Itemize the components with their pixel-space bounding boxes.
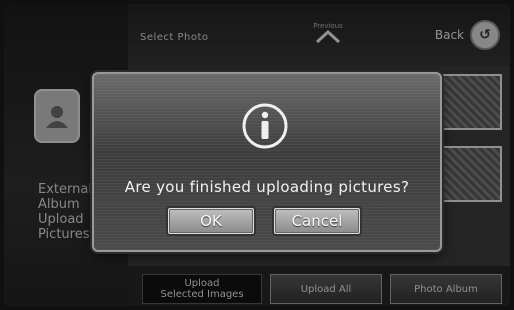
cancel-button[interactable]: Cancel [274, 208, 360, 234]
ok-button[interactable]: OK [168, 208, 254, 234]
info-icon [242, 103, 288, 149]
confirm-dialog: Are you finished uploading pictures? OK … [92, 72, 442, 252]
dialog-message: Are you finished uploading pictures? [124, 178, 410, 196]
